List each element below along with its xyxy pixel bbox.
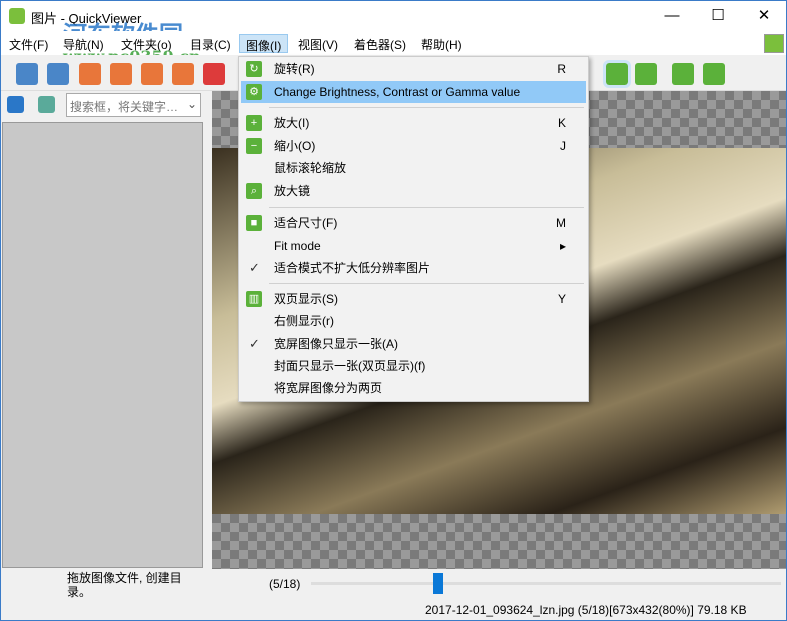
menu-help[interactable]: 帮助(H) [415, 34, 468, 53]
menu-item-label: 缩小(O) [274, 139, 316, 153]
menu-item-shortcut: Y [557, 292, 566, 306]
menu-item[interactable]: 鼠标滚轮缩放 [241, 157, 586, 179]
menu-item[interactable]: 右侧显示(r) [241, 310, 586, 332]
grid-view-icon[interactable] [7, 96, 24, 113]
menu-item-label: 封面只显示一张(双页显示)(f) [274, 359, 426, 373]
dual-page-icon: ▥ [246, 291, 262, 307]
menu-item-shortcut: J [560, 139, 566, 153]
rotate-icon: ↻ [246, 61, 262, 77]
menu-item[interactable]: Fit mode ▸ [241, 235, 586, 257]
gear-icon: ⚙ [246, 84, 262, 100]
menu-item-label: 适合尺寸(F) [274, 216, 338, 230]
slider-thumb[interactable] [432, 573, 443, 594]
first-icon[interactable] [141, 63, 163, 85]
page-counter: (5/18) [269, 577, 301, 591]
fullscreen-icon[interactable] [764, 34, 784, 53]
search-input[interactable]: 搜索框，将关键字… [66, 93, 201, 117]
folder-tree[interactable] [2, 122, 203, 568]
menu-item[interactable]: 将宽屏图像分为两页 [241, 377, 586, 399]
menu-item[interactable]: 封面只显示一张(双页显示)(f) [241, 355, 586, 377]
menu-item-label: 右侧显示(r) [274, 314, 334, 328]
menu-item[interactable]: ■ 适合尺寸(F) M [241, 212, 586, 234]
menu-file[interactable]: 文件(F) [3, 34, 54, 53]
menu-item-label: 宽屏图像只显示一张(A) [274, 337, 398, 351]
menu-item[interactable]: ⚙ Change Brightness, Contrast or Gamma va… [241, 81, 586, 103]
rewind-icon[interactable] [79, 63, 101, 85]
fit-window-icon[interactable] [603, 60, 631, 88]
menu-item[interactable]: ✓ 宽屏图像只显示一张(A) [241, 333, 586, 355]
next-icon[interactable] [47, 63, 69, 85]
menu-item-shortcut: R [557, 62, 566, 76]
menu-item-label: Change Brightness, Contrast or Gamma val… [274, 85, 521, 99]
status-hint: 拖放图像文件, 创建目录。 [67, 571, 182, 599]
menu-item[interactable]: ↻ 旋转(R) R [241, 58, 586, 80]
zoom-in-icon: + [246, 115, 262, 131]
menu-item-label: 双页显示(S) [274, 292, 338, 306]
fit-icon: ■ [246, 215, 262, 231]
menu-item-label: 适合模式不扩大低分辨率图片 [274, 261, 431, 275]
menu-item-shortcut: M [556, 216, 566, 230]
menu-separator [269, 283, 584, 284]
menu-item[interactable]: + 放大(I) K [241, 112, 586, 134]
menu-separator [269, 107, 584, 108]
menu-item-label: 旋转(R) [274, 62, 315, 76]
chevron-down-icon[interactable]: ⌄ [187, 97, 197, 111]
magnifier-icon: ⌕ [246, 183, 262, 199]
menu-shader[interactable]: 着色器(S) [348, 34, 412, 53]
zoom-out-icon: − [246, 138, 262, 154]
menu-item[interactable]: ▥ 双页显示(S) Y [241, 288, 586, 310]
menu-item-label: 放大镜 [274, 184, 311, 198]
menu-item-shortcut: K [557, 116, 566, 130]
menu-image[interactable]: 图像(I) [239, 34, 289, 53]
menu-view[interactable]: 视图(V) [292, 34, 344, 53]
maximize-button[interactable]: ☐ [695, 1, 741, 31]
minimize-button[interactable]: — [649, 1, 695, 31]
prev-icon[interactable] [16, 63, 38, 85]
playlist-icon[interactable] [203, 63, 225, 85]
menu-item-label: 鼠标滚轮缩放 [274, 161, 347, 175]
slideshow-icon[interactable] [672, 63, 694, 85]
menu-item[interactable]: − 缩小(O) J [241, 135, 586, 157]
check-icon: ✓ [249, 260, 260, 275]
menu-item-label: 将宽屏图像分为两页 [274, 381, 383, 395]
pin-icon[interactable] [703, 63, 725, 85]
check-icon: ✓ [249, 336, 260, 351]
menu-separator [269, 207, 584, 208]
last-icon[interactable] [172, 63, 194, 85]
menu-item[interactable]: ✓ 适合模式不扩大低分辨率图片 [241, 257, 586, 279]
menu-item-label: Fit mode [274, 239, 321, 253]
fast-forward-icon[interactable] [110, 63, 132, 85]
dual-page-icon[interactable] [635, 63, 657, 85]
close-button[interactable]: ✕ [741, 1, 787, 31]
menu-item[interactable]: ⌕ 放大镜 [241, 180, 586, 202]
page-slider[interactable] [311, 582, 781, 585]
image-menu-dropdown: ↻ 旋转(R) R ⚙ Change Brightness, Contrast or G… [238, 56, 589, 402]
menu-item-shortcut: ▸ [559, 239, 566, 253]
file-status: 2017-12-01_093624_lzn.jpg (5/18)[673x432… [425, 603, 747, 617]
catalog-icon[interactable] [38, 96, 55, 113]
menu-item-label: 放大(I) [274, 116, 310, 130]
app-icon [9, 8, 25, 24]
